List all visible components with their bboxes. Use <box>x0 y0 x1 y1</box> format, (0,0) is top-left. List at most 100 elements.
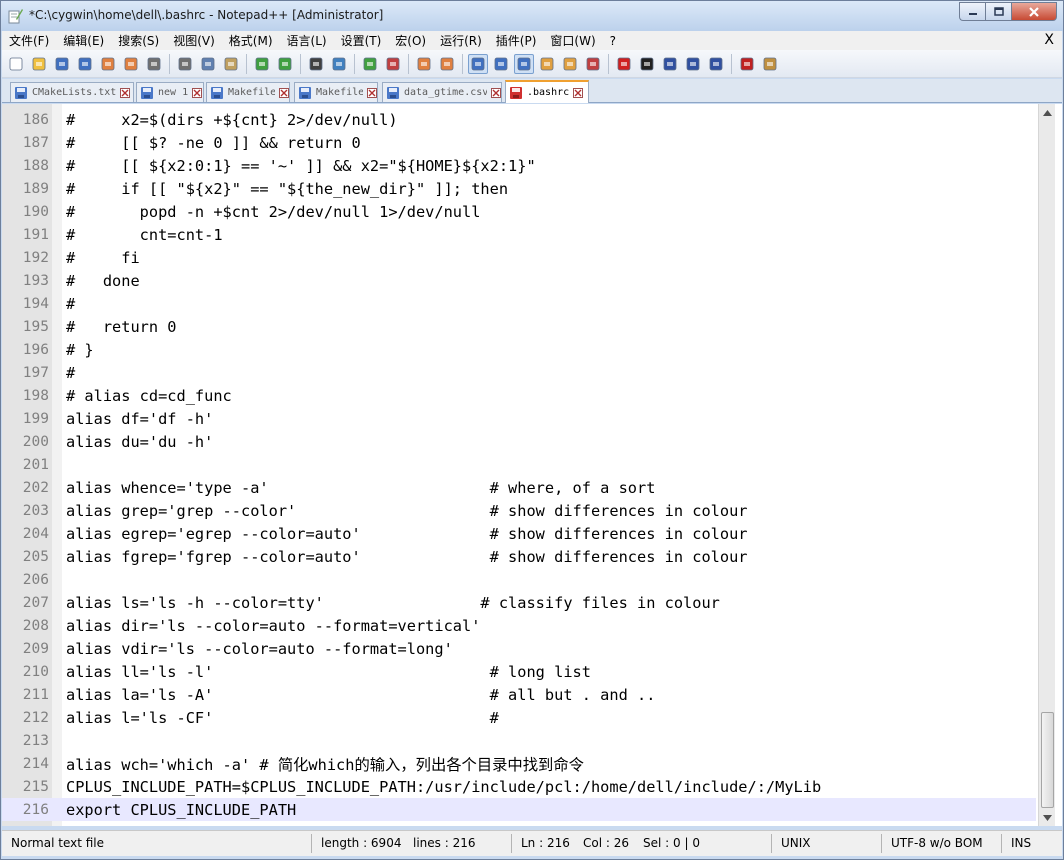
menu-format[interactable]: 格式(M) <box>222 32 280 49</box>
line-text[interactable]: # <box>66 295 75 313</box>
undo-button[interactable] <box>252 54 272 74</box>
current-line[interactable]: 216 export CPLUS_INCLUDE_PATH <box>2 798 1036 821</box>
word-wrap-button[interactable] <box>468 53 488 74</box>
code-line[interactable]: 194 # <box>2 292 1036 315</box>
code-line[interactable]: 212 alias l='ls -CF' # <box>2 706 1036 729</box>
code-line[interactable]: 207 alias ls='ls -h --color=tty' # classi… <box>2 591 1036 614</box>
code-line[interactable]: 191 # cnt=cnt-1 <box>2 223 1036 246</box>
close-all-button[interactable] <box>121 54 141 74</box>
scroll-up-icon[interactable] <box>1039 104 1056 121</box>
stop-macro-button[interactable] <box>637 54 657 74</box>
line-text[interactable]: alias egrep='egrep --color=auto' # show … <box>66 525 748 543</box>
line-text[interactable]: alias whence='type -a' # where, of a sor… <box>66 479 655 497</box>
code-line[interactable]: 205 alias fgrep='fgrep --color=auto' # sh… <box>2 545 1036 568</box>
spell-check-button[interactable] <box>737 54 757 74</box>
line-text[interactable]: alias ll='ls -l' # long list <box>66 663 591 681</box>
line-text[interactable]: # cnt=cnt-1 <box>66 226 223 244</box>
close-tab-icon[interactable] <box>120 87 131 98</box>
status-insert-mode[interactable]: INS <box>1011 836 1031 850</box>
record-macro-button[interactable] <box>614 54 634 74</box>
scrollbar-thumb[interactable] <box>1041 712 1054 808</box>
menu-macro[interactable]: 宏(O) <box>388 32 433 49</box>
code-line[interactable]: 198 # alias cd=cd_func <box>2 384 1036 407</box>
show-all-chars-button[interactable] <box>491 54 511 74</box>
menu-help[interactable]: ? <box>603 34 623 48</box>
code-line[interactable]: 200 alias du='du -h' <box>2 430 1036 453</box>
plugin-button[interactable] <box>760 54 780 74</box>
close-document-button[interactable]: X <box>1044 32 1054 48</box>
doc-map-button[interactable] <box>537 54 557 74</box>
menu-view[interactable]: 视图(V) <box>166 32 222 49</box>
play-multiple-macro-button[interactable] <box>683 54 703 74</box>
replace-button[interactable] <box>329 54 349 74</box>
close-file-button[interactable] <box>98 54 118 74</box>
folder-workspace-button[interactable] <box>583 54 603 74</box>
line-text[interactable]: # popd -n +$cnt 2>/dev/null 1>/dev/null <box>66 203 480 221</box>
menu-plugins[interactable]: 插件(P) <box>489 32 544 49</box>
scroll-down-icon[interactable] <box>1039 809 1056 826</box>
line-text[interactable]: # [[ $? -ne 0 ]] && return 0 <box>66 134 361 152</box>
status-encoding[interactable]: UTF-8 w/o BOM <box>891 836 983 850</box>
save-all-button[interactable] <box>75 54 95 74</box>
menu-run[interactable]: 运行(R) <box>433 32 489 49</box>
menu-file[interactable]: 文件(F) <box>2 32 56 49</box>
line-text[interactable]: alias du='du -h' <box>66 433 213 451</box>
find-button[interactable] <box>306 54 326 74</box>
code-line[interactable]: 209 alias vdir='ls --color=auto --format=… <box>2 637 1036 660</box>
line-text[interactable]: alias l='ls -CF' # <box>66 709 499 727</box>
line-text[interactable]: alias ls='ls -h --color=tty' # classify … <box>66 594 720 612</box>
code-line[interactable]: 201 <box>2 453 1036 476</box>
code-line[interactable]: 197 # <box>2 361 1036 384</box>
code-line[interactable]: 202 alias whence='type -a' # where, of a … <box>2 476 1036 499</box>
status-eol[interactable]: UNIX <box>781 836 811 850</box>
code-line[interactable]: 188 # [[ ${x2:0:1} == '~' ]] && x2="${HOM… <box>2 154 1036 177</box>
function-list-button[interactable] <box>560 54 580 74</box>
close-tab-icon[interactable] <box>192 87 203 98</box>
copy-button[interactable] <box>198 54 218 74</box>
vertical-scrollbar[interactable] <box>1038 104 1055 826</box>
tab-data-gtime[interactable]: data_gtime.csv <box>382 82 502 102</box>
tab-new-1[interactable]: new 1 <box>136 82 204 102</box>
code-line[interactable]: 195 # return 0 <box>2 315 1036 338</box>
line-text[interactable]: alias wch='which -a' # 简化which的输入，列出各个目录… <box>66 753 584 775</box>
code-line[interactable]: 203 alias grep='grep --color' # show diff… <box>2 499 1036 522</box>
code-line[interactable]: 213 <box>2 729 1036 752</box>
code-line[interactable]: 204 alias egrep='egrep --color=auto' # sh… <box>2 522 1036 545</box>
sync-horizontal-button[interactable] <box>437 54 457 74</box>
indent-guide-button[interactable] <box>514 53 534 74</box>
code-line[interactable]: 190 # popd -n +$cnt 2>/dev/null 1>/dev/nu… <box>2 200 1036 223</box>
code-line[interactable]: 206 <box>2 568 1036 591</box>
menu-edit[interactable]: 编辑(E) <box>56 32 111 49</box>
line-text[interactable]: # fi <box>66 249 140 267</box>
sync-vertical-button[interactable] <box>414 54 434 74</box>
code-line[interactable]: 199 alias df='df -h' <box>2 407 1036 430</box>
tab-cmakelists[interactable]: CMakeLists.txt <box>10 82 134 102</box>
maximize-button[interactable] <box>985 2 1011 21</box>
line-text[interactable]: # alias cd=cd_func <box>66 387 232 405</box>
menu-window[interactable]: 窗口(W) <box>543 32 602 49</box>
line-text[interactable]: alias df='df -h' <box>66 410 213 428</box>
line-text[interactable]: alias dir='ls --color=auto --format=vert… <box>66 617 480 635</box>
zoom-in-button[interactable] <box>360 54 380 74</box>
menu-settings[interactable]: 设置(T) <box>334 32 389 49</box>
code-line[interactable]: 211 alias la='ls -A' # all but . and .. <box>2 683 1036 706</box>
line-text[interactable]: # } <box>66 341 94 359</box>
cut-button[interactable] <box>175 54 195 74</box>
close-tab-icon[interactable] <box>573 87 584 98</box>
open-file-button[interactable] <box>29 54 49 74</box>
close-tab-icon[interactable] <box>491 87 501 98</box>
save-macro-button[interactable] <box>706 54 726 74</box>
code-line[interactable]: 196 # } <box>2 338 1036 361</box>
paste-button[interactable] <box>221 54 241 74</box>
line-text[interactable]: export CPLUS_INCLUDE_PATH <box>66 801 296 819</box>
line-text[interactable]: # done <box>66 272 140 290</box>
code-line[interactable]: 214 alias wch='which -a' # 简化which的输入，列出各… <box>2 752 1036 775</box>
code-line[interactable]: 210 alias ll='ls -l' # long list <box>2 660 1036 683</box>
line-text[interactable]: alias fgrep='fgrep --color=auto' # show … <box>66 548 748 566</box>
redo-button[interactable] <box>275 54 295 74</box>
line-text[interactable]: CPLUS_INCLUDE_PATH=$CPLUS_INCLUDE_PATH:/… <box>66 778 821 796</box>
code-line[interactable]: 208 alias dir='ls --color=auto --format=v… <box>2 614 1036 637</box>
tab-bashrc[interactable]: .bashrc <box>505 80 589 103</box>
line-text[interactable]: alias grep='grep --color' # show differe… <box>66 502 748 520</box>
line-text[interactable]: # <box>66 364 75 382</box>
